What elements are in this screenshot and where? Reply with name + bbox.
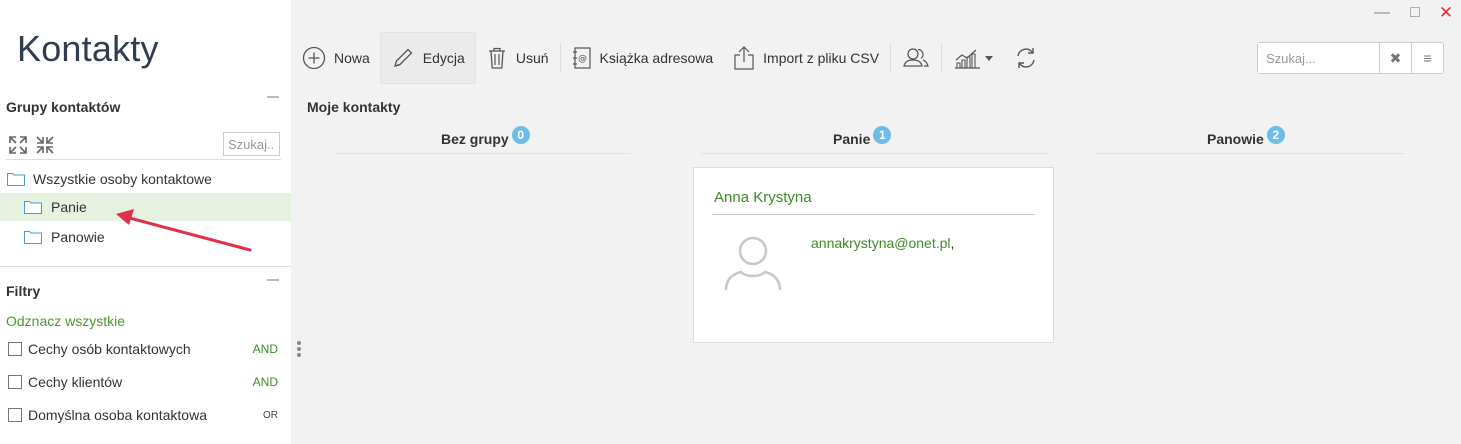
column-header-panie: Panie 1 xyxy=(833,126,892,147)
contact-email[interactable]: annakrystyna@onet.pl xyxy=(811,235,951,251)
import-csv-button-label: Import z pliku CSV xyxy=(763,50,880,66)
address-book-icon: @ xyxy=(572,47,591,69)
divider xyxy=(6,159,281,160)
menu-button[interactable]: ≡ xyxy=(1411,43,1443,73)
tree-item-label: Wszystkie osoby kontaktowe xyxy=(33,171,212,187)
folder-icon xyxy=(24,201,42,214)
email-separator: , xyxy=(950,235,955,251)
filters-section-title: Filtry xyxy=(6,283,41,299)
import-csv-button[interactable]: Import z pliku CSV xyxy=(723,32,889,84)
contact-name[interactable]: Anna Krystyna xyxy=(714,189,812,206)
column-label: Bez grupy xyxy=(441,131,509,147)
refresh-icon xyxy=(1017,48,1035,68)
collapse-all-icon[interactable] xyxy=(34,134,56,156)
contacts-people-button[interactable] xyxy=(892,32,940,84)
expand-all-icon[interactable] xyxy=(7,134,29,156)
new-button[interactable]: Nowa xyxy=(292,32,380,84)
divider xyxy=(712,214,1035,215)
pencil-icon xyxy=(393,48,413,67)
filter-checkbox[interactable] xyxy=(8,342,22,356)
tree-item-all-contacts[interactable]: Wszystkie osoby kontaktowe xyxy=(0,165,291,193)
filter-item[interactable]: Cechy osób kontaktowych AND xyxy=(8,339,278,359)
deselect-all-link[interactable]: Odznacz wszystkie xyxy=(6,313,125,329)
count-badge: 1 xyxy=(873,126,892,144)
toolbar-separator xyxy=(890,43,892,73)
sidebar: Kontakty Grupy kontaktów Wszystkie osoby… xyxy=(0,0,291,444)
window-close-button[interactable]: ✕ xyxy=(1437,4,1455,22)
plus-circle-icon xyxy=(302,46,326,70)
column-underline xyxy=(700,153,1050,154)
column-label: Panie xyxy=(833,131,871,147)
divider xyxy=(0,266,291,267)
filter-item[interactable]: Domyślna osoba kontaktowa OR xyxy=(8,405,278,425)
folder-icon xyxy=(7,173,25,186)
annotation-arrow-icon xyxy=(116,209,252,252)
window-maximize-button[interactable]: □ xyxy=(1406,4,1424,22)
filter-label: Cechy osób kontaktowych xyxy=(28,341,191,357)
address-book-button[interactable]: @ Książka adresowa xyxy=(562,32,724,84)
app-title: Kontakty xyxy=(17,28,159,69)
edit-button-label: Edycja xyxy=(422,50,465,66)
filter-item[interactable]: Cechy klientów AND xyxy=(8,372,278,392)
groups-collapse-button[interactable] xyxy=(267,96,279,98)
delete-button[interactable]: Usuń xyxy=(476,32,559,84)
chevron-down-icon xyxy=(985,56,994,61)
toolbar-separator xyxy=(559,43,561,73)
filter-label: Cechy klientów xyxy=(28,374,123,390)
filter-operator[interactable]: OR xyxy=(263,410,278,421)
upload-icon xyxy=(734,46,754,70)
refresh-button[interactable] xyxy=(1004,32,1048,84)
people-icon xyxy=(903,48,929,67)
search-input[interactable] xyxy=(1258,43,1379,73)
tree-item-label: Panowie xyxy=(51,229,105,245)
toolbar: Nowa Edycja Usuń @ Książka adresowa Impo… xyxy=(292,30,1048,86)
contact-email-line: annakrystyna@onet.pl, xyxy=(811,235,954,251)
clear-search-button[interactable]: ✖ xyxy=(1379,43,1411,73)
filter-label: Domyślna osoba kontaktowa xyxy=(28,407,207,423)
search-box: ✖ ≡ xyxy=(1257,42,1444,74)
group-search-input[interactable] xyxy=(223,132,280,156)
count-badge: 2 xyxy=(1266,126,1285,144)
edit-button[interactable]: Edycja xyxy=(379,32,476,84)
statistics-button[interactable] xyxy=(943,32,1004,84)
contact-card[interactable]: Anna Krystyna annakrystyna@onet.pl, xyxy=(693,167,1054,343)
filter-checkbox[interactable] xyxy=(8,375,22,389)
column-header-bez-grupy: Bez grupy 0 xyxy=(441,126,530,147)
count-badge: 0 xyxy=(511,126,530,144)
svg-text:@: @ xyxy=(578,54,587,64)
window-minimize-button[interactable]: — xyxy=(1373,4,1391,22)
groups-section-title: Grupy kontaktów xyxy=(6,99,121,115)
filter-operator[interactable]: AND xyxy=(253,375,278,389)
tree-item-label: Panie xyxy=(51,199,87,215)
address-book-button-label: Książka adresowa xyxy=(599,50,714,66)
toolbar-separator xyxy=(941,43,943,73)
delete-button-label: Usuń xyxy=(515,50,549,66)
trash-icon xyxy=(488,47,505,69)
column-underline xyxy=(1095,153,1405,154)
filters-collapse-button[interactable] xyxy=(267,279,279,281)
column-label: Panowie xyxy=(1207,131,1264,147)
section-title: Moje kontakty xyxy=(307,99,401,115)
filter-operator[interactable]: AND xyxy=(253,342,278,356)
avatar-icon xyxy=(724,236,782,291)
chart-icon xyxy=(955,49,981,69)
column-header-panowie: Panowie 2 xyxy=(1207,126,1285,147)
splitter-handle-icon[interactable] xyxy=(296,340,302,360)
folder-icon xyxy=(24,231,42,244)
column-underline xyxy=(335,153,631,154)
filter-checkbox[interactable] xyxy=(8,408,22,422)
new-button-label: Nowa xyxy=(334,50,370,66)
